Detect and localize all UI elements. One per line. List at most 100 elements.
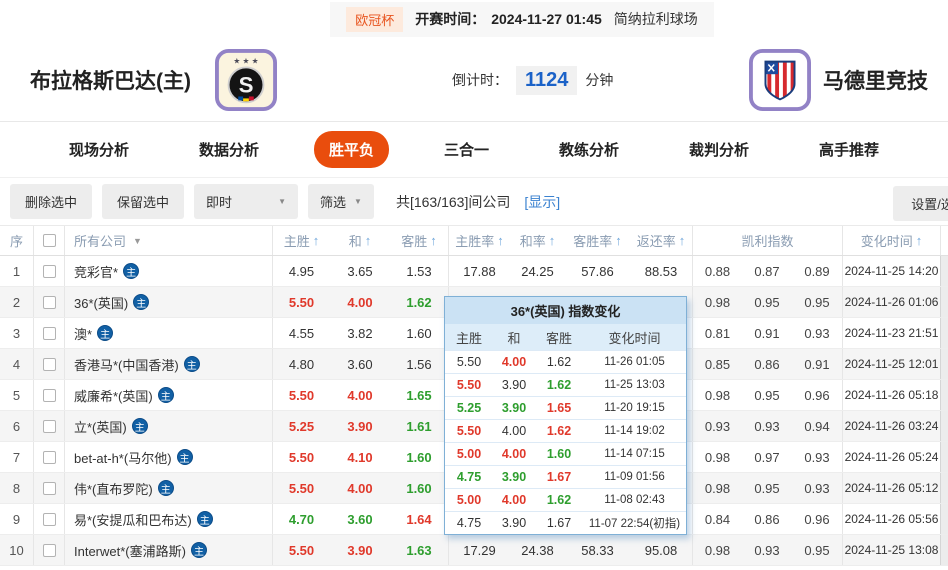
header-draw-odds[interactable]: 和↑ [330,226,390,255]
home-mark-icon: 主 [184,356,200,372]
delete-selected-button[interactable]: 删除选中 [10,184,92,219]
row-number: 2 [0,287,33,317]
tab-win-draw-lose[interactable]: 胜平负 [314,131,389,168]
change-time-cell: 2024-11-26 05:24 [842,442,940,472]
company-cell[interactable]: 36*(英国)主 [64,287,272,317]
row-checkbox[interactable] [43,482,56,495]
row-checkbox[interactable] [43,451,56,464]
company-cell[interactable]: 立*(英国)主 [64,411,272,441]
popup-draw-odds: 3.90 [493,516,535,530]
tab-coach-analysis[interactable]: 教练分析 [544,131,634,168]
away-odds-cell: 1.64 [390,504,448,534]
row-checkbox-cell [33,380,64,410]
popup-body: 5.504.001.6211-26 01:055.503.901.6211-25… [445,350,686,534]
home-rate-cell: 17.88 [448,256,510,286]
row-action-cut[interactable] [940,287,948,317]
kelly-cell: 0.98 [692,380,742,410]
kelly-cell: 0.98 [692,473,742,503]
row-number: 1 [0,256,33,286]
sort-up-icon: ↑ [430,233,437,248]
row-action-cut[interactable] [940,535,948,565]
row-number: 10 [0,535,33,565]
kelly-cell: 0.95 [792,287,842,317]
header-change-time[interactable]: 变化时间↑ [842,226,940,255]
kelly-cell: 0.95 [742,380,792,410]
row-checkbox[interactable] [43,296,56,309]
company-cell[interactable]: 伟*(直布罗陀)主 [64,473,272,503]
kelly-cell: 0.95 [742,287,792,317]
tab-three-in-one[interactable]: 三合一 [429,131,504,168]
header-draw-rate[interactable]: 和率↑ [510,226,565,255]
row-checkbox[interactable] [43,389,56,402]
header-company[interactable]: 所有公司 ▼ [64,226,272,255]
header-home-rate[interactable]: 主胜率↑ [448,226,510,255]
show-link[interactable]: [显示] [524,192,560,212]
change-time-cell: 2024-11-25 13:08 [842,535,940,565]
popup-away-odds: 1.62 [535,378,583,392]
time-filter-select[interactable]: 即时 ▼ [194,184,298,219]
company-cell[interactable]: Interwet*(塞浦路斯)主 [64,535,272,565]
popup-home-odds: 5.25 [445,401,493,415]
popup-change-time: 11-25 13:03 [583,379,686,391]
company-cell[interactable]: 澳*主 [64,318,272,348]
analysis-tabs: 现场分析 数据分析 胜平负 三合一 教练分析 裁判分析 高手推荐 [0,122,948,178]
row-checkbox[interactable] [43,358,56,371]
company-cell[interactable]: 香港马*(中国香港)主 [64,349,272,379]
row-action-cut[interactable] [940,349,948,379]
header-return-rate[interactable]: 返还率↑ [630,226,692,255]
home-odds-cell: 5.50 [272,535,330,565]
header-away-rate[interactable]: 客胜率↑ [565,226,630,255]
row-action-cut[interactable] [940,504,948,534]
row-checkbox[interactable] [43,544,56,557]
row-action-cut[interactable] [940,411,948,441]
tab-referee-analysis[interactable]: 裁判分析 [674,131,764,168]
row-checkbox[interactable] [43,420,56,433]
row-checkbox-cell [33,411,64,441]
change-time-cell: 2024-11-25 12:01 [842,349,940,379]
popup-row: 4.753.901.6711-07 22:54(初指) [445,511,686,534]
kelly-cell: 0.95 [792,535,842,565]
row-checkbox[interactable] [43,513,56,526]
popup-header-3: 变化时间 [583,328,686,347]
home-mark-icon: 主 [132,418,148,434]
popup-draw-odds: 3.90 [493,401,535,415]
popup-header-1: 和 [493,328,535,347]
filter-select[interactable]: 筛选 ▼ [308,184,374,219]
row-action-cut[interactable] [940,318,948,348]
company-name: Interwet*(塞浦路斯) [74,541,186,560]
popup-home-odds: 5.50 [445,355,493,369]
tab-data-analysis[interactable]: 数据分析 [184,131,274,168]
header-home-odds[interactable]: 主胜↑ [272,226,330,255]
keep-selected-button[interactable]: 保留选中 [102,184,184,219]
header-draw-label: 和 [349,231,362,250]
kelly-cell: 0.91 [792,349,842,379]
company-cell[interactable]: bet-at-h*(马尔他)主 [64,442,272,472]
company-name: 竞彩官* [74,262,118,281]
row-action-cut[interactable] [940,256,948,286]
home-mark-icon: 主 [123,263,139,279]
row-action-cut[interactable] [940,380,948,410]
row-action-cut[interactable] [940,473,948,503]
company-cell[interactable]: 威廉希*(英国)主 [64,380,272,410]
tab-expert-recommend[interactable]: 高手推荐 [804,131,894,168]
draw-rate-cell: 24.38 [510,535,565,565]
row-number: 4 [0,349,33,379]
row-checkbox[interactable] [43,265,56,278]
header-away-odds[interactable]: 客胜↑ [390,226,448,255]
row-action-cut[interactable] [940,442,948,472]
select-all-checkbox[interactable] [43,234,56,247]
settings-button[interactable]: 设置/选择 [893,186,948,221]
change-time-cell: 2024-11-26 05:56 [842,504,940,534]
header-return-rate-label: 返还率 [637,231,676,250]
popup-away-odds: 1.62 [535,355,583,369]
company-cell[interactable]: 竞彩官* 主 [64,256,272,286]
popup-draw-odds: 3.90 [493,470,535,484]
tab-live-analysis[interactable]: 现场分析 [54,131,144,168]
change-time-cell: 2024-11-26 03:24 [842,411,940,441]
kickoff-time: 2024-11-27 01:45 [491,11,602,27]
row-checkbox[interactable] [43,327,56,340]
home-odds-cell: 5.50 [272,287,330,317]
home-mark-icon: 主 [158,387,174,403]
company-cell[interactable]: 易*(安提瓜和巴布达)主 [64,504,272,534]
popup-row: 5.004.001.6211-08 02:43 [445,488,686,511]
